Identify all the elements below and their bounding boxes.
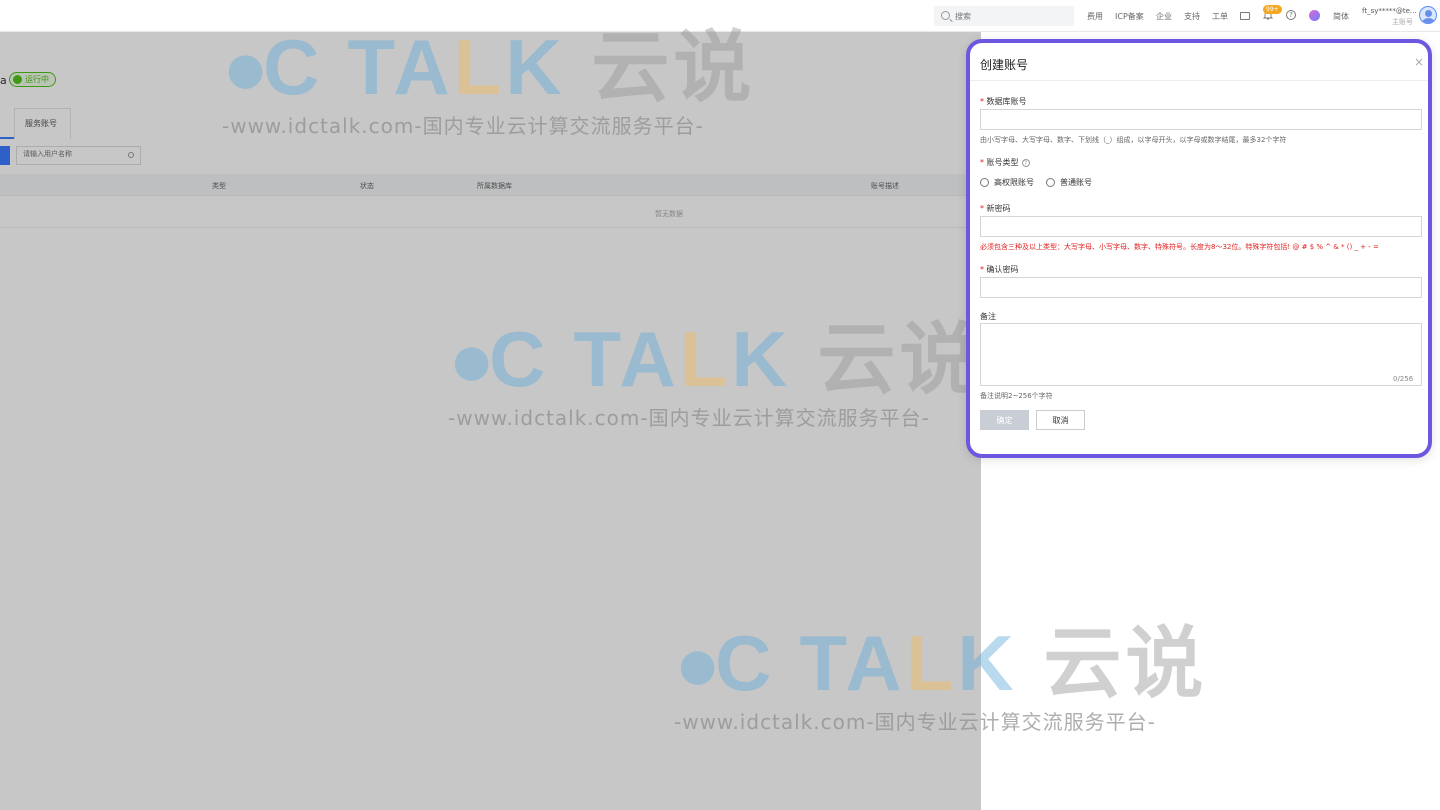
- radio-circle-icon[interactable]: [980, 178, 989, 187]
- new-password-input[interactable]: [980, 216, 1422, 237]
- user-role: 主账号: [1392, 18, 1413, 26]
- radio-circle-icon[interactable]: [1046, 178, 1055, 187]
- help-icon[interactable]: ?: [1286, 10, 1296, 20]
- new-password-label: * 新密码: [980, 204, 1011, 213]
- radio-high-privilege[interactable]: 高权限账号: [980, 177, 1034, 188]
- help-icon[interactable]: ?: [1021, 158, 1030, 167]
- nav-billing[interactable]: 费用: [1087, 11, 1103, 22]
- user-name[interactable]: ft_sy*****@te...: [1362, 7, 1417, 15]
- dialog-title: 创建账号: [980, 58, 1029, 72]
- nav-icp[interactable]: ICP备案: [1115, 11, 1144, 22]
- db-account-label: * 数据库账号: [980, 97, 1027, 106]
- db-account-hint: 由小写字母、大写字母、数字、下划线（_）组成，以字母开头，以字母或数字结尾，最多…: [980, 136, 1287, 144]
- global-search[interactable]: [934, 6, 1074, 26]
- create-account-dialog: 创建账号 × * 数据库账号 由小写字母、大写字母、数字、下划线（_）组成，以字…: [966, 39, 1432, 458]
- confirm-password-label: * 确认密码: [980, 265, 1019, 274]
- avatar-icon[interactable]: [1419, 6, 1437, 24]
- nav-enterprise[interactable]: 企业: [1156, 11, 1172, 22]
- remark-hint: 备注说明2~256个字符: [980, 392, 1053, 400]
- new-password-hint: 必须包含三种及以上类型：大写字母、小写字母、数字、特殊符号。长度为8～32位。特…: [980, 243, 1379, 251]
- close-icon[interactable]: ×: [1414, 56, 1424, 68]
- cancel-button[interactable]: 取消: [1036, 410, 1085, 430]
- db-account-input[interactable]: [980, 109, 1422, 130]
- remark-textarea[interactable]: [980, 323, 1422, 386]
- notification-badge: 99+: [1263, 5, 1282, 14]
- remark-counter: 0/256: [1393, 375, 1414, 383]
- nav-support[interactable]: 支持: [1184, 11, 1200, 22]
- remark-label: 备注: [980, 312, 996, 321]
- confirm-password-input[interactable]: [980, 277, 1422, 298]
- radio-normal[interactable]: 普通账号: [1046, 177, 1092, 188]
- language-switch[interactable]: 简体: [1333, 11, 1349, 22]
- modal-mask[interactable]: [0, 32, 981, 810]
- global-search-input[interactable]: [955, 9, 1065, 23]
- search-icon: [941, 11, 950, 20]
- nav-ticket[interactable]: 工单: [1212, 11, 1228, 22]
- message-icon[interactable]: [1240, 12, 1250, 20]
- account-type-label: * 账号类型?: [980, 157, 1030, 168]
- language-icon[interactable]: [1309, 10, 1320, 21]
- dialog-divider: [970, 80, 1428, 81]
- confirm-button[interactable]: 确定: [980, 410, 1029, 430]
- top-bar: 费用 ICP备案 企业 支持 工单 99+ ? 简体 ft_sy*****@te…: [0, 0, 1440, 32]
